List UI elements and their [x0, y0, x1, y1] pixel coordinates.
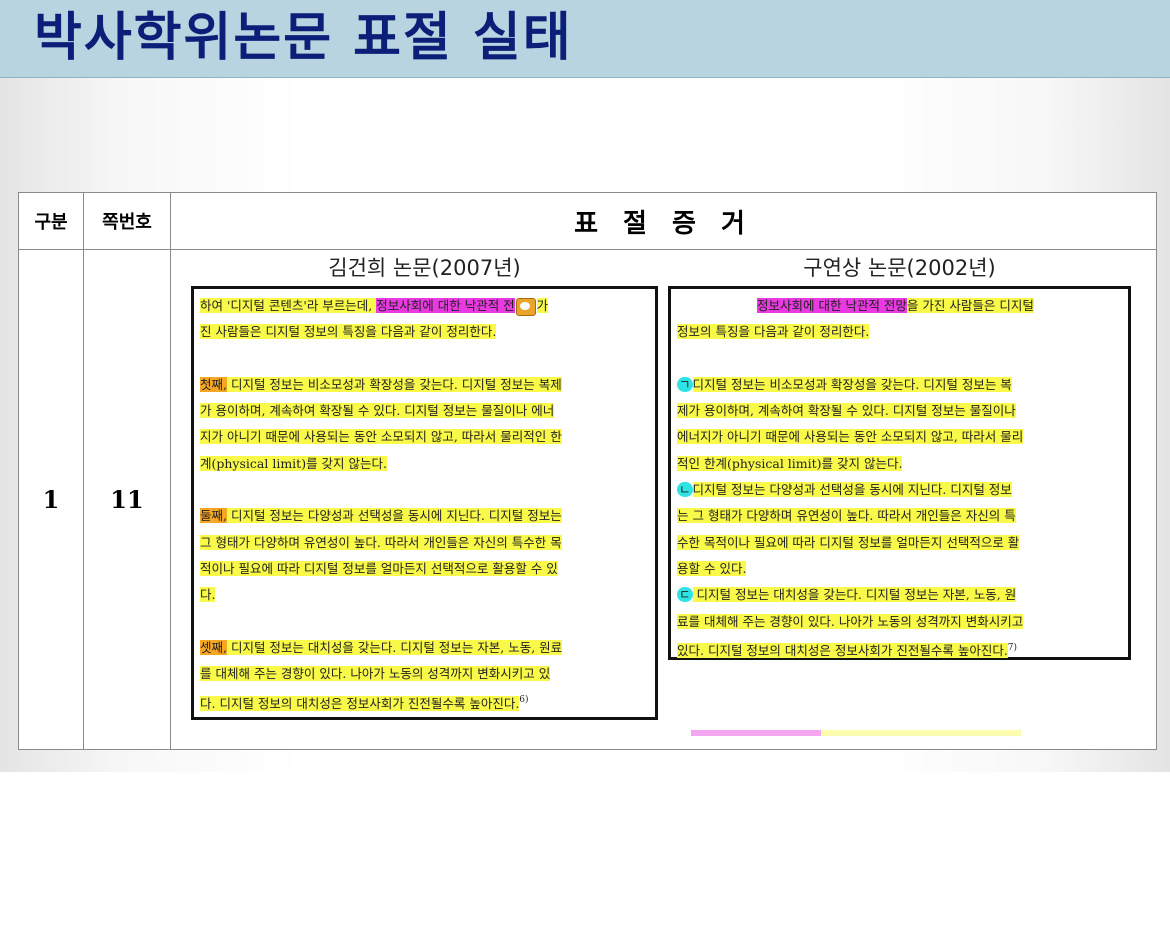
right-excerpt-line: ㄷ 디지털 정보는 대치성을 갖는다. 디지털 정보는 자본, 노동, 원 [677, 582, 1122, 608]
right-excerpt-line: 정보의 특징을 다음과 같이 정리한다. [677, 319, 1122, 345]
right-paper-title: 구연상 논문(2002년) [803, 256, 996, 280]
left-excerpt-line [200, 346, 649, 372]
highlighted-text: 디지털 정보는 비소모성과 확장성을 갖는다. 디지털 정보는 복 [692, 376, 1012, 392]
left-excerpt-line [200, 609, 649, 635]
ordinal-marker: 첫째, [200, 376, 227, 392]
right-excerpt-line: 있다. 디지털 정보의 대치성은 정보사회가 진전될수록 높아진다.7) [677, 635, 1122, 661]
left-excerpt-line: 첫째, 디지털 정보는 비소모성과 확장성을 갖는다. 디지털 정보는 복제 [200, 372, 649, 398]
highlighted-text: 적인 한계(physical limit)를 갖지 않는다. [677, 455, 903, 471]
highlighted-text: 지가 아니기 때문에 사용되는 동안 소모되지 않고, 따라서 물리적인 한 [200, 429, 562, 445]
left-excerpt-line: 적이나 필요에 따라 디지털 정보를 얼마든지 선택적으로 활용할 수 있 [200, 556, 649, 582]
row-category: 1 [18, 249, 84, 750]
right-excerpt-line: ㄱ 디지털 정보는 비소모성과 확장성을 갖는다. 디지털 정보는 복 [677, 372, 1122, 398]
header-evidence: 표 절 증 거 [170, 192, 1157, 250]
highlighted-text: 에너지가 아니기 때문에 사용되는 동안 소모되지 않고, 따라서 물리 [677, 429, 1024, 445]
highlighted-text: 하여 '디지털 콘텐츠'라 부르는데, [200, 298, 377, 313]
highlighted-text: 적이나 필요에 따라 디지털 정보를 얼마든지 선택적으로 활용할 수 있 [200, 560, 558, 576]
highlighted-text: 다. [200, 587, 216, 603]
highlighted-text: 디지털 정보는 다양성과 선택성을 동시에 지닌다. 디지털 정보는 [226, 508, 562, 524]
highlighted-text: 제가 용이하며, 계속하여 확장될 수 있다. 디지털 정보는 물질이나 [677, 403, 1016, 419]
highlighted-text: 용할 수 있다. [677, 560, 747, 576]
highlighted-text: 가 용이하며, 계속하여 확장될 수 있다. 디지털 정보는 물질이나 에너 [200, 403, 555, 419]
right-excerpt-line: 료를 대체해 주는 경향이 있다. 나아가 노동의 성격까지 변화시키고 [677, 609, 1122, 635]
highlighted-text: 디지털 정보는 다양성과 선택성을 동시에 지닌다. 디지털 정보 [692, 482, 1012, 498]
table-header-row: 구분 쪽번호 표 절 증 거 [18, 192, 1157, 250]
right-excerpt-line: 정보사회에 대한 낙관적 전망을 가진 사람들은 디지털 [677, 293, 1122, 319]
highlighted-text: 를 대체해 주는 경향이 있다. 나아가 노동의 성격까지 변화시키고 있 [200, 666, 551, 682]
evidence-table: 구분 쪽번호 표 절 증 거 1 11 김건희 논문(2007년) 하여 '디지… [18, 192, 1157, 750]
cropped-highlight-strip [691, 730, 1021, 736]
highlighted-text: 정보의 특징을 다음과 같이 정리한다. [677, 324, 870, 340]
right-excerpt-line: 수한 목적이나 필요에 따라 디지털 정보를 얼마든지 선택적으로 활 [677, 530, 1122, 556]
ordinal-marker: 둘째, [200, 508, 227, 524]
ordinal-marker: 셋째, [200, 639, 227, 655]
circled-marker: ㄱ [677, 376, 693, 392]
left-excerpt-line [200, 477, 649, 503]
left-excerpt-line: 다. 디지털 정보의 대치성은 정보사회가 진전될수록 높아진다.6) [200, 687, 649, 713]
left-excerpt-line: 둘째, 디지털 정보는 다양성과 선택성을 동시에 지닌다. 디지털 정보는 [200, 503, 649, 529]
left-excerpt-line: 하여 '디지털 콘텐츠'라 부르는데, 정보사회에 대한 낙관적 전 가 [200, 293, 649, 319]
circled-marker: ㄴ [677, 482, 693, 498]
right-excerpt-line: 에너지가 아니기 때문에 사용되는 동안 소모되지 않고, 따라서 물리 [677, 424, 1122, 450]
right-paper-excerpt: 정보사회에 대한 낙관적 전망을 가진 사람들은 디지털정보의 특징을 다음과 … [668, 286, 1131, 660]
right-excerpt-line: 용할 수 있다. [677, 556, 1122, 582]
pink-highlight: 정보사회에 대한 낙관적 전 [376, 298, 515, 313]
title-bar: 박사학위논문 표절 실태 [0, 0, 1170, 78]
highlighted-text: 진 사람들은 디지털 정보의 특징을 다음과 같이 정리한다. [200, 324, 497, 340]
footnote-mark: 7) [1007, 642, 1018, 653]
left-excerpt-line: 를 대체해 주는 경향이 있다. 나아가 노동의 성격까지 변화시키고 있 [200, 661, 649, 687]
circled-marker: ㄷ [677, 587, 693, 603]
left-paper-excerpt: 하여 '디지털 콘텐츠'라 부르는데, 정보사회에 대한 낙관적 전 가진 사람들… [191, 286, 658, 720]
pink-highlight: 정보사회에 대한 낙관적 전망 [757, 298, 907, 313]
highlighted-text: 디지털 정보는 비소모성과 확장성을 갖는다. 디지털 정보는 복제 [226, 376, 562, 392]
left-excerpt-line: 지가 아니기 때문에 사용되는 동안 소모되지 않고, 따라서 물리적인 한 [200, 424, 649, 450]
left-excerpt-line: 진 사람들은 디지털 정보의 특징을 다음과 같이 정리한다. [200, 319, 649, 345]
left-paper-title: 김건희 논문(2007년) [328, 256, 521, 280]
right-excerpt-line: ㄴ 디지털 정보는 다양성과 선택성을 동시에 지닌다. 디지털 정보 [677, 477, 1122, 503]
highlighted-text: 있다. 디지털 정보의 대치성은 정보사회가 진전될수록 높아진다. [677, 643, 1008, 659]
highlighted-text: 을 가진 사람들은 디지털 [906, 298, 1034, 313]
highlighted-text: 디지털 정보는 대치성을 갖는다. 디지털 정보는 자본, 노동, 원료 [226, 639, 563, 655]
evidence-cell: 김건희 논문(2007년) 하여 '디지털 콘텐츠'라 부르는데, 정보사회에 … [170, 249, 1157, 750]
highlighted-text: 가 [536, 298, 549, 313]
left-paper: 김건희 논문(2007년) 하여 '디지털 콘텐츠'라 부르는데, 정보사회에 … [191, 250, 658, 720]
highlighted-text: 료를 대체해 주는 경향이 있다. 나아가 노동의 성격까지 변화시키고 [677, 613, 1024, 629]
left-excerpt-line: 계(physical limit)를 갖지 않는다. [200, 451, 649, 477]
left-excerpt-line: 가 용이하며, 계속하여 확장될 수 있다. 디지털 정보는 물질이나 에너 [200, 398, 649, 424]
page-title: 박사학위논문 표절 실태 [34, 7, 573, 68]
highlighted-text: 계(physical limit)를 갖지 않는다. [200, 455, 387, 471]
right-excerpt-line [677, 346, 1122, 372]
left-excerpt-line: 그 형태가 다양하며 유연성이 높다. 따라서 개인들은 자신의 특수한 목 [200, 530, 649, 556]
right-paper: 구연상 논문(2002년) 정보사회에 대한 낙관적 전망을 가진 사람들은 디… [668, 250, 1131, 660]
left-excerpt-line: 셋째, 디지털 정보는 대치성을 갖는다. 디지털 정보는 자본, 노동, 원료 [200, 635, 649, 661]
header-category: 구분 [18, 192, 84, 250]
highlighted-text: 수한 목적이나 필요에 따라 디지털 정보를 얼마든지 선택적으로 활 [677, 534, 1020, 550]
right-excerpt-line: 는 그 형태가 다양하며 유연성이 높다. 따라서 개인들은 자신의 특 [677, 503, 1122, 529]
header-page-number: 쪽번호 [83, 192, 171, 250]
highlighted-text: 는 그 형태가 다양하며 유연성이 높다. 따라서 개인들은 자신의 특 [677, 508, 1016, 524]
right-excerpt-line: 적인 한계(physical limit)를 갖지 않는다. [677, 451, 1122, 477]
left-excerpt-line: 다. [200, 582, 649, 608]
row-page-number: 11 [83, 249, 171, 750]
highlighted-text: 디지털 정보는 대치성을 갖는다. 디지털 정보는 자본, 노동, 원 [692, 587, 1017, 603]
table-row: 1 11 김건희 논문(2007년) 하여 '디지털 콘텐츠'라 부르는데, 정… [18, 249, 1157, 750]
highlighted-text: 그 형태가 다양하며 유연성이 높다. 따라서 개인들은 자신의 특수한 목 [200, 534, 562, 550]
right-excerpt-line: 제가 용이하며, 계속하여 확장될 수 있다. 디지털 정보는 물질이나 [677, 398, 1122, 424]
footnote-mark: 6) [519, 695, 529, 706]
comment-icon [515, 297, 536, 316]
highlighted-text: 다. 디지털 정보의 대치성은 정보사회가 진전될수록 높아진다. [200, 695, 520, 711]
